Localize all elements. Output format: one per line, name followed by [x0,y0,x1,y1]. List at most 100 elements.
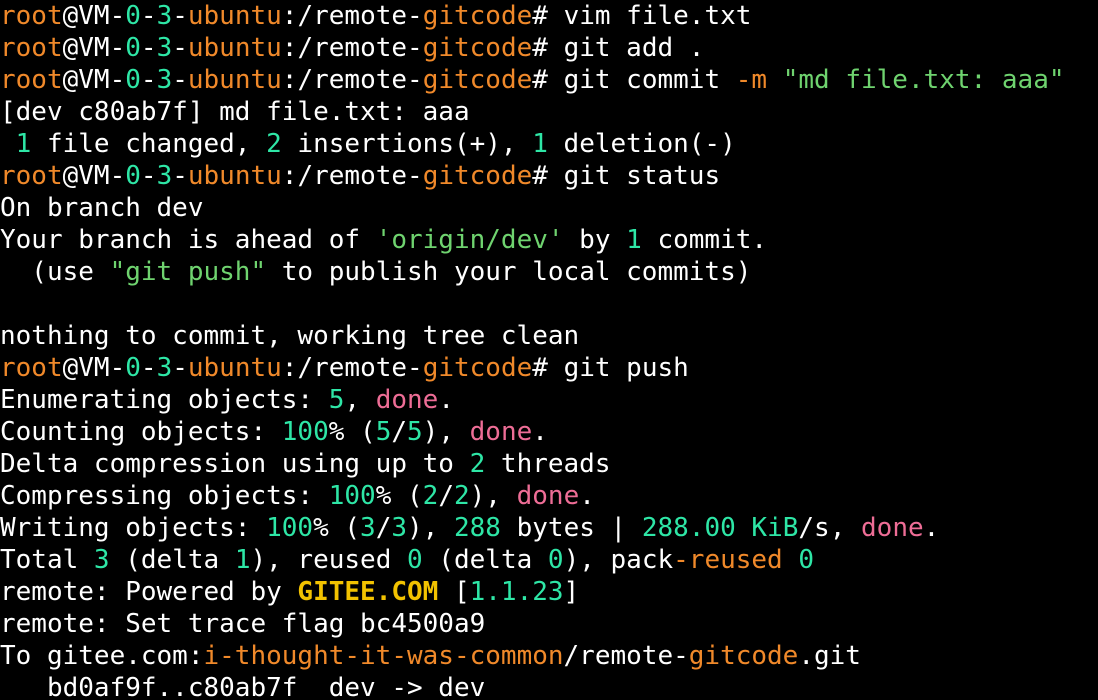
terminal-text-segment: file changed, [31,129,267,159]
terminal-text-segment: :/remote- [281,353,423,383]
terminal-text-segment: . [438,385,454,415]
terminal-text-segment: nothing to commit, working tree clean [0,321,580,351]
terminal-line: Enumerating objects: 5, done. [0,384,1098,416]
terminal-text-segment: ), reused [250,545,408,575]
terminal-text-segment: done [375,385,439,415]
terminal-text-segment: GITEE.COM [297,577,439,607]
terminal-text-segment: threads [485,449,611,479]
terminal-text-segment: # git status [532,161,721,191]
terminal-text-segment: . [532,417,548,447]
terminal-text-segment: "git push" [109,257,267,287]
terminal-text-segment: 0 [798,545,815,575]
terminal-text-segment: 2 [469,449,486,479]
terminal-text-segment: ] [563,577,580,607]
terminal-text-segment: 1 [234,545,251,575]
terminal-text-segment: - [140,353,157,383]
terminal-text-segment: 3 [156,353,173,383]
terminal-text-segment: 1 [15,129,32,159]
terminal-text-segment: ), [422,417,470,447]
terminal-text-segment: ), [407,513,454,543]
terminal-text-segment: 0 [125,353,141,383]
terminal-line: (use "git push" to publish your local co… [0,256,1098,288]
terminal-text-segment: - [172,161,188,191]
terminal-text-segment: (delta [109,545,235,575]
terminal-text-segment: :/remote- [281,33,423,63]
terminal-text-segment: [dev c80ab7f] md file.txt: aaa [0,97,470,127]
terminal-text-segment: Counting objects: [0,417,282,447]
terminal-text-segment: 100 [266,513,314,543]
terminal-text-segment: "md file.txt: aaa" [782,65,1065,95]
terminal-window[interactable]: root@VM-0-3-ubuntu:/remote-gitcode# vim … [0,0,1098,700]
terminal-line: On branch dev [0,192,1098,224]
terminal-text-segment: [ [438,577,470,607]
terminal-text-segment: 3 [156,33,173,63]
terminal-text-segment: - [140,65,157,95]
terminal-text-segment: 0 [547,545,564,575]
terminal-text-segment: bytes | [500,513,642,543]
terminal-text-segment: done [516,481,580,511]
terminal-text-segment: ubuntu [187,353,282,383]
terminal-text-segment: 288.00 KiB [641,513,799,543]
terminal-line: root@VM-0-3-ubuntu:/remote-gitcode# git … [0,160,1098,192]
terminal-line: remote: Set trace flag bc4500a9 [0,608,1098,640]
terminal-text-segment: / [438,481,454,511]
terminal-text-segment: ubuntu [187,161,282,191]
terminal-text-segment: gitcode [422,353,533,383]
terminal-text-segment: :/remote- [281,65,423,95]
terminal-text-segment: -m [735,65,768,95]
terminal-text-segment: 0 [407,545,423,575]
terminal-line: Total 3 (delta 1), reused 0 (delta 0), p… [0,544,1098,576]
terminal-text-segment: Total [0,545,94,575]
terminal-text-segment: Delta compression using up to [0,449,470,479]
terminal-text-segment: 5 [375,417,392,447]
terminal-line: Delta compression using up to 2 threads [0,448,1098,480]
terminal-text-segment: 3 [156,65,173,95]
terminal-text-segment: gitcode [422,161,533,191]
terminal-text-segment: root [0,33,63,63]
terminal-text-segment: 'origin/dev' [375,225,564,255]
terminal-text-segment: Enumerating objects: [0,385,329,415]
terminal-text-segment: /remote- [563,641,689,671]
terminal-text-segment: - [140,161,157,191]
terminal-line: root@VM-0-3-ubuntu:/remote-gitcode# git … [0,352,1098,384]
terminal-text-segment: 3 [93,545,110,575]
terminal-text-segment: ), [469,481,517,511]
terminal-text-segment: i-thought-it-was-common [203,641,564,671]
terminal-text-segment: @VM- [62,1,126,31]
terminal-text-segment: - [172,33,188,63]
terminal-text-segment: ubuntu [187,1,282,31]
terminal-text-segment: 0 [125,161,141,191]
terminal-text-segment: :/remote- [281,1,423,31]
terminal-line: remote: Powered by GITEE.COM [1.1.23] [0,576,1098,608]
terminal-text-segment: /s, [798,513,862,543]
terminal-text-segment: - [172,1,188,31]
terminal-text-segment: (delta [422,545,548,575]
terminal-text-segment: bd0af9f..c80ab7f dev -> dev [0,673,486,700]
terminal-text-segment: @VM- [62,353,126,383]
terminal-text-segment: - [172,353,188,383]
terminal-text-segment: . [579,481,595,511]
terminal-line: root@VM-0-3-ubuntu:/remote-gitcode# git … [0,64,1098,96]
terminal-text-segment: remote: Set trace flag bc4500a9 [0,609,486,639]
terminal-text-segment: 3 [391,513,408,543]
terminal-text-segment: gitcode [422,33,533,63]
terminal-text-segment: 0 [125,65,141,95]
terminal-text-segment: # git push [532,353,689,383]
terminal-text-segment: - [140,33,157,63]
terminal-text-segment: # vim file.txt [532,1,752,31]
terminal-text-segment: 2 [422,481,439,511]
terminal-text-segment: gitcode [422,65,533,95]
terminal-text-segment: 100 [281,417,329,447]
terminal-text-segment: - [172,65,188,95]
terminal-text-segment: % ( [375,481,423,511]
terminal-text-segment: root [0,353,63,383]
terminal-text-segment: :/remote- [281,161,423,191]
terminal-text-segment: 2 [266,129,282,159]
terminal-text-segment: @VM- [62,65,126,95]
terminal-text-segment: 288 [453,513,501,543]
terminal-line: root@VM-0-3-ubuntu:/remote-gitcode# vim … [0,0,1098,32]
terminal-text-segment: root [0,161,63,191]
